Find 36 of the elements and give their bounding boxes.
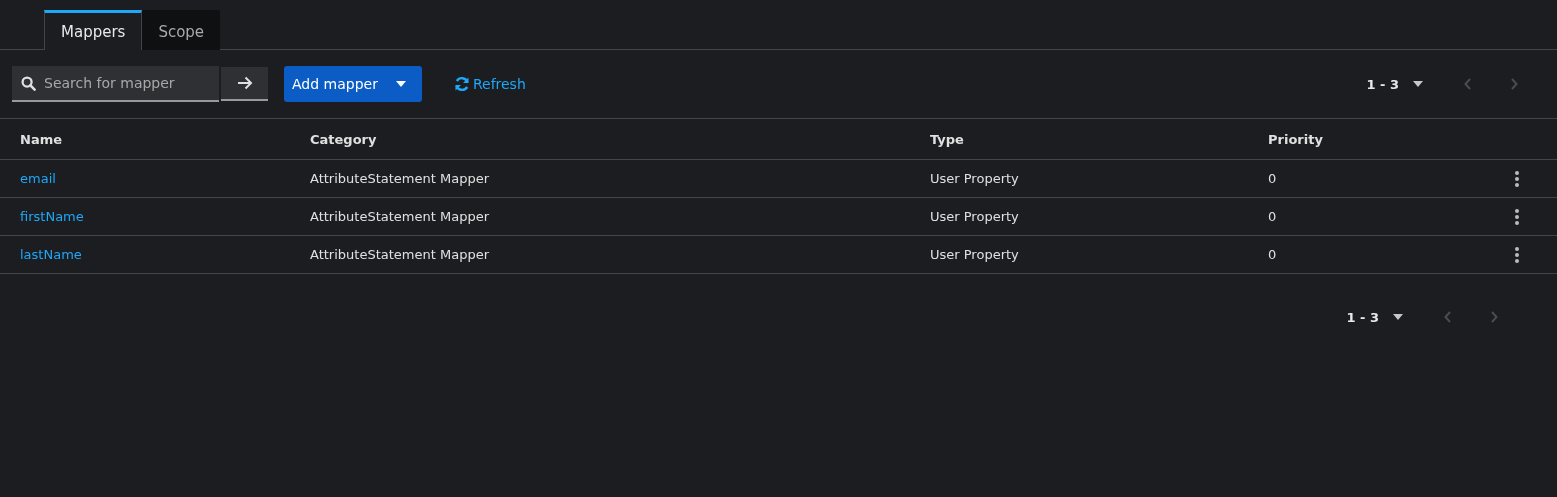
pagination-toggle[interactable]: 1 - 3 xyxy=(1366,76,1423,92)
table-cell-text: User Property xyxy=(930,247,1020,262)
table-cell-text: 0 xyxy=(1268,247,1278,262)
search-field[interactable]: Search for mapper xyxy=(12,66,219,102)
column-header: Priority xyxy=(1268,131,1324,147)
chevron-right-icon xyxy=(1510,78,1518,90)
table-cell-text: AttributeStatement Mapper xyxy=(310,247,490,262)
table-cell-text: User Property xyxy=(930,209,1020,224)
refresh-icon xyxy=(453,76,470,92)
caret-icon xyxy=(1393,314,1403,320)
caret-icon xyxy=(1413,81,1423,87)
table-cell-text: AttributeStatement Mapper xyxy=(310,171,490,186)
kebab-menu-icon[interactable] xyxy=(1515,246,1519,263)
pagination-toggle[interactable]: 1 - 3 xyxy=(1346,309,1403,325)
kebab-menu-icon[interactable] xyxy=(1515,170,1519,187)
search-submit-button[interactable] xyxy=(221,67,268,101)
arrow-right-icon xyxy=(236,76,253,90)
chevron-left-icon xyxy=(1444,311,1452,323)
caret-icon xyxy=(395,81,406,87)
column-header: Name xyxy=(20,131,63,147)
add-mapper-button[interactable]: Add mapper xyxy=(284,66,422,102)
table-cell-text: AttributeStatement Mapper xyxy=(310,209,490,224)
chevron-left-icon xyxy=(1464,78,1472,90)
column-header: Type xyxy=(930,131,965,147)
mapper-link[interactable]: lastName xyxy=(20,247,82,262)
chevron-right-icon xyxy=(1490,311,1498,323)
table-cell-text: 0 xyxy=(1268,209,1278,224)
tab[interactable]: Scope xyxy=(142,10,221,50)
table-cell-text: User Property xyxy=(930,171,1020,186)
kebab-menu-icon[interactable] xyxy=(1515,208,1519,225)
column-header: Category xyxy=(310,131,378,147)
mapper-link[interactable]: firstName xyxy=(20,209,84,224)
tab[interactable]: Mappers xyxy=(44,10,143,50)
refresh-link[interactable]: Refresh xyxy=(453,76,526,92)
mapper-link[interactable]: email xyxy=(20,171,56,186)
table-cell-text: 0 xyxy=(1268,171,1278,186)
